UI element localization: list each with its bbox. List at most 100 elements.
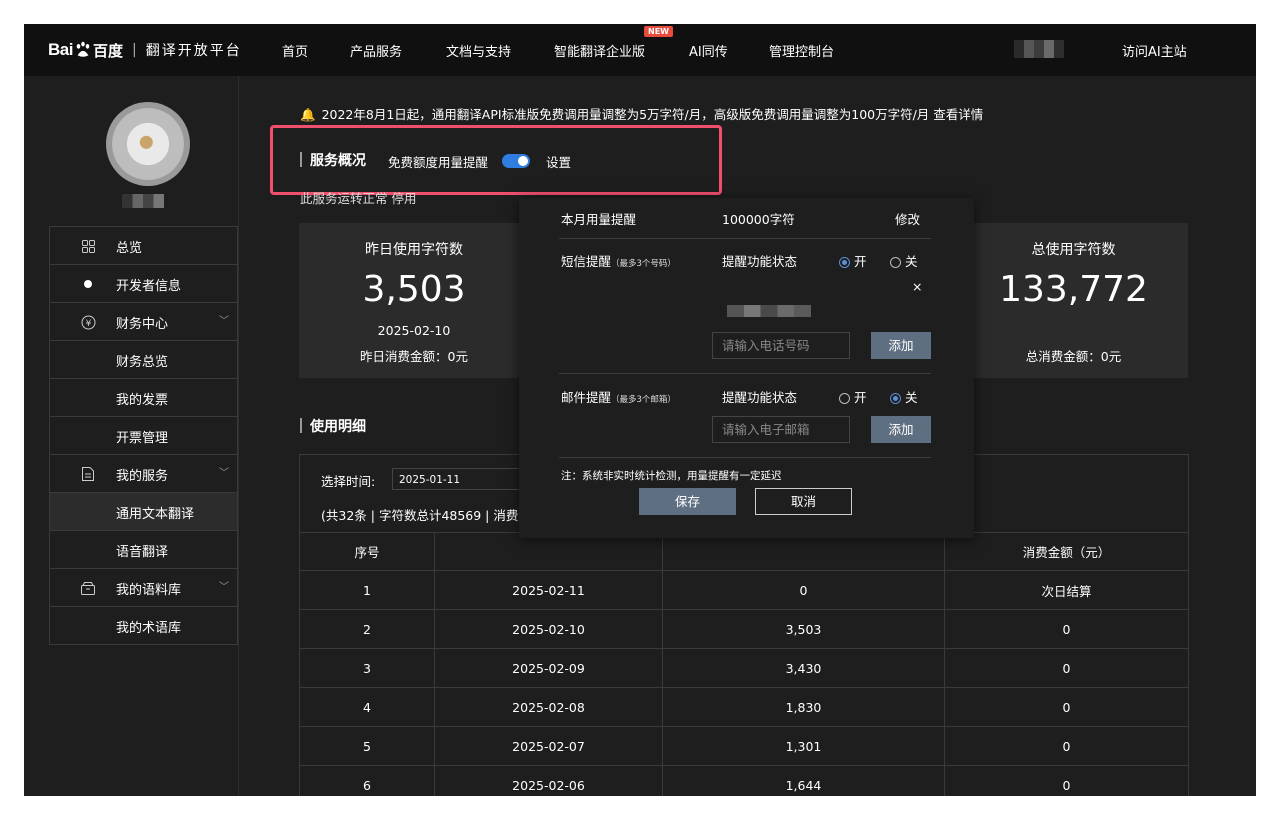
table-cell: 2025-02-08 [434,687,663,727]
save-button[interactable]: 保存 [639,488,736,515]
sms-radio-on[interactable]: 开 [839,251,867,270]
divider [559,238,931,239]
column-header: 消费金额（元） [944,532,1189,571]
monthly-reminder-label: 本月用量提醒 [561,212,637,227]
table-cell: 1 [299,570,435,610]
table-cell: 3,503 [662,609,945,649]
avatar [106,102,190,186]
add-phone-button[interactable]: 添加 [871,332,931,359]
sidebar-item-invoice-management[interactable]: 开票管理 [49,416,238,454]
logo-du: 百度 [92,41,123,60]
table-cell: 2025-02-09 [434,648,663,688]
sidebar-item-speech-translation[interactable]: 语音翻译 [49,530,238,568]
card-value: 3,503 [362,269,466,310]
sidebar-item-label: 财务中心 [116,317,169,332]
table-cell: 0 [944,687,1189,727]
paw-icon [76,41,90,57]
bell-icon: 🔔 [300,107,316,122]
document-icon [80,466,96,482]
phone-number-masked [727,305,811,317]
table-cell: 0 [944,609,1189,649]
table-row: 3 2025-02-09 3,430 0 [299,648,1189,688]
table-cell: 4 [299,687,435,727]
card-title: 总使用字符数 [1031,242,1116,258]
table-cell: 2025-02-06 [434,765,663,796]
sidebar-item-finance[interactable]: ¥ 财务中心 ﹀ [49,302,238,340]
divider [559,457,931,458]
usage-detail-title: 使用明细 [300,416,366,436]
sidebar-item-developer[interactable]: 开发者信息 [49,264,238,302]
table-cell: 0 [944,726,1189,766]
yesterday-usage-card: 昨日使用字符数 3,503 2025-02-10 昨日消费金额：0元 [299,223,529,378]
sidebar-item-overview[interactable]: 总览 [49,226,238,264]
add-email-button[interactable]: 添加 [871,416,931,443]
table-row: 5 2025-02-07 1,301 0 [299,726,1189,766]
table-row: 2 2025-02-10 3,503 0 [299,609,1189,649]
table-cell: 2 [299,609,435,649]
column-header [434,532,663,571]
sidebar-item-label: 我的服务 [116,469,169,484]
reminder-settings-popup: 本月用量提醒 100000字符 修改 短信提醒（最多3个号码） 提醒功能状态 开… [519,198,974,538]
highlight-box [270,125,722,195]
dot-icon [80,276,96,292]
email-limit-note: （最多3个邮箱） [611,395,676,405]
table-cell: 5 [299,726,435,766]
sidebar-item-label: 我的术语库 [116,621,182,636]
sms-radio-off[interactable]: 关 [890,251,918,270]
sidebar-item-label: 开发者信息 [116,279,182,294]
nav-visit-ai[interactable]: 访问AI主站 [1122,41,1187,60]
table-row: 4 2025-02-08 1,830 0 [299,687,1189,727]
monthly-reminder-value: 100000字符 [722,212,795,227]
phone-input[interactable]: 请输入电话号码 [712,332,850,359]
table-cell: 0 [944,648,1189,688]
email-input[interactable]: 请输入电子邮箱 [712,416,850,443]
logo[interactable]: Bai 百度 | 翻译开放平台 [48,40,242,60]
table-cell: 次日结算 [944,570,1189,610]
email-reminder-label: 邮件提醒（最多3个邮箱） [561,390,676,405]
divider [559,373,931,374]
email-status-label: 提醒功能状态 [722,390,798,405]
nav-docs[interactable]: 文档与支持 [446,41,511,60]
sms-reminder-label: 短信提醒（最多3个号码） [561,254,676,269]
cancel-button[interactable]: 取消 [755,488,852,515]
sidebar-item-text-translation[interactable]: 通用文本翻译 [49,492,238,530]
nav-ai-interpret[interactable]: AI同传 [689,41,728,60]
table-cell: 2025-02-11 [434,570,663,610]
radio-off-icon [839,393,850,404]
nav-console[interactable]: 管理控制台 [769,41,834,60]
svg-text:¥: ¥ [85,319,91,329]
column-header: 序号 [299,532,435,571]
sidebar-item-label: 语音翻译 [116,545,169,560]
sidebar-item-my-services[interactable]: 我的服务 ﹀ [49,454,238,492]
chevron-down-icon: ﹀ [219,468,229,479]
yen-icon: ¥ [80,314,96,330]
sidebar-menu: 总览 开发者信息 ¥ 财务中心 ﹀ 财务总览 我的发票 开票管理 我的服务 ﹀ … [49,226,238,645]
sidebar: 总览 开发者信息 ¥ 财务中心 ﹀ 财务总览 我的发票 开票管理 我的服务 ﹀ … [24,76,239,796]
nav-products[interactable]: 产品服务 [350,41,402,60]
logo-subtitle: 翻译开放平台 [145,43,242,59]
notice-banner[interactable]: 🔔 2022年8月1日起，通用翻译API标准版免费调用量调整为5万字符/月，高级版… [300,104,983,123]
card-cost: 总消费金额：0元 [1025,349,1122,364]
sidebar-item-terminology[interactable]: 我的术语库 [49,606,238,645]
app-window: Bai 百度 | 翻译开放平台 首页 产品服务 文档与支持 智能翻译企业版 NE… [24,24,1256,796]
username-masked [122,194,164,208]
table-cell: 0 [662,570,945,610]
logo-bai: Bai [48,40,73,59]
delay-note: 注：系统非实时统计检测，用量提醒有一定延迟 [561,470,782,482]
sidebar-item-label: 通用文本翻译 [116,507,195,522]
user-avatar-masked[interactable] [1014,40,1064,58]
table-cell: 2025-02-07 [434,726,663,766]
sidebar-item-finance-overview[interactable]: 财务总览 [49,340,238,378]
email-radio-off[interactable]: 关 [890,387,918,406]
sidebar-item-label: 开票管理 [116,431,169,446]
card-cost: 昨日消费金额：0元 [360,349,468,364]
sidebar-item-invoices[interactable]: 我的发票 [49,378,238,416]
sidebar-item-corpus[interactable]: 我的语料库 ﹀ [49,568,238,606]
edit-link[interactable]: 修改 [895,209,920,228]
nav-home[interactable]: 首页 [282,41,308,60]
remove-phone-icon[interactable]: × [912,279,922,294]
nav-enterprise[interactable]: 智能翻译企业版 [554,41,645,60]
radio-off-icon [890,257,901,268]
date-picker[interactable]: 2025-01-11 [392,468,522,490]
email-radio-on[interactable]: 开 [839,387,867,406]
